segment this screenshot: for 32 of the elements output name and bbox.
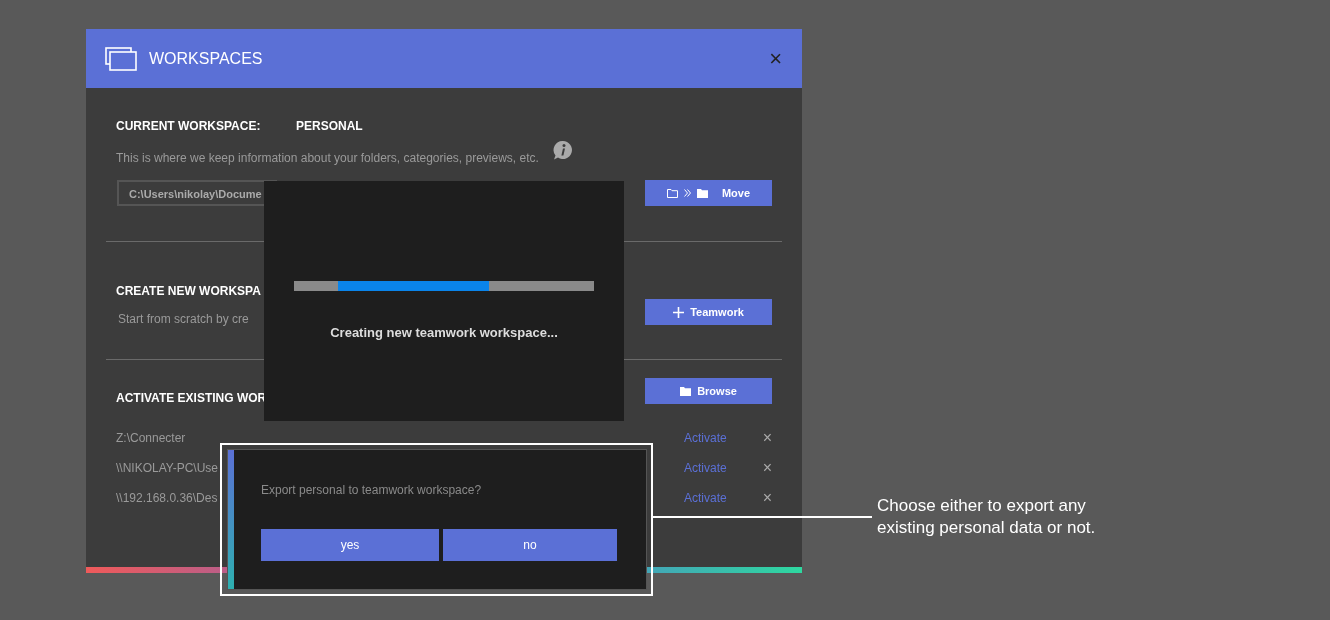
callout-text: Choose either to export any existing personal data or not. bbox=[877, 495, 1097, 539]
no-button[interactable]: no bbox=[443, 529, 617, 561]
browse-button[interactable]: Browse bbox=[645, 378, 772, 404]
workspace-path: Z:\Connecter bbox=[116, 430, 186, 447]
remove-button[interactable]: × bbox=[762, 426, 772, 450]
description-text: This is where we keep information about your folders, categories, previews, etc. bbox=[116, 150, 539, 167]
windows-icon bbox=[105, 46, 137, 71]
remove-button[interactable]: × bbox=[762, 456, 772, 480]
workspace-path: \\NIKOLAY-PC\Use bbox=[116, 460, 219, 477]
window-title: WORKSPACES bbox=[149, 48, 263, 69]
folder-icon bbox=[696, 188, 708, 198]
yes-button[interactable]: yes bbox=[261, 529, 439, 561]
activate-link[interactable]: Activate bbox=[683, 489, 727, 507]
plus-icon bbox=[673, 306, 685, 318]
double-chevron-icon bbox=[683, 189, 691, 197]
workspace-path: \\192.168.0.36\Des bbox=[116, 490, 218, 507]
folder-outline-icon bbox=[666, 188, 678, 198]
section-label: CURRENT WORKSPACE: bbox=[116, 118, 262, 135]
move-button[interactable]: Move bbox=[645, 180, 772, 206]
section-label: CREATE NEW WORKSPA bbox=[116, 284, 261, 298]
folder-icon bbox=[680, 386, 692, 396]
remove-button[interactable]: × bbox=[762, 486, 772, 510]
path-field[interactable]: C:\Users\nikolay\Docume bbox=[117, 180, 277, 206]
activate-link[interactable]: Activate bbox=[683, 459, 727, 477]
workspace-name: PERSONAL bbox=[296, 118, 363, 135]
teamwork-button[interactable]: Teamwork bbox=[645, 299, 772, 325]
activate-link[interactable]: Activate bbox=[683, 429, 727, 447]
info-icon[interactable] bbox=[552, 140, 573, 160]
question-text: Export personal to teamwork workspace? bbox=[261, 482, 483, 499]
description-text: Start from scratch by cre bbox=[118, 311, 249, 328]
progress-message: Creating new teamwork workspace... bbox=[329, 324, 559, 342]
close-button[interactable]: × bbox=[769, 47, 782, 70]
